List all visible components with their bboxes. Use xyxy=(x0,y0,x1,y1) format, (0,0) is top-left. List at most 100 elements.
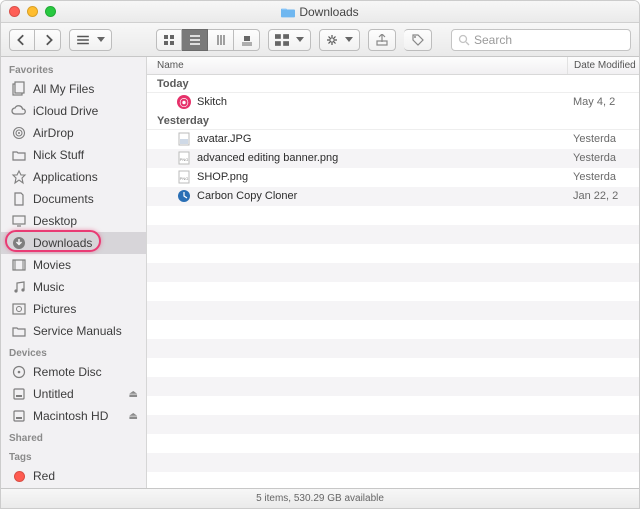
sidebar-item-desktop[interactable]: Desktop xyxy=(1,210,146,232)
folder-icon xyxy=(281,6,295,18)
icloud-icon xyxy=(11,103,27,119)
file-date: Yesterda xyxy=(567,152,639,164)
arrange-menu[interactable] xyxy=(69,29,112,51)
sidebar-item-label: AirDrop xyxy=(33,126,140,140)
finder-window: Downloads xyxy=(0,0,640,509)
sidebar-section-heading: Favorites xyxy=(1,59,146,78)
zoom-window-button[interactable] xyxy=(45,6,56,17)
sidebar-item-label: Documents xyxy=(33,192,140,206)
applications-icon xyxy=(11,169,27,185)
titlebar: Downloads xyxy=(1,1,639,23)
folder-icon xyxy=(11,147,27,163)
file-name: advanced editing banner.png xyxy=(197,152,338,164)
sidebar-item-music[interactable]: Music xyxy=(1,276,146,298)
png-icon: PNG xyxy=(177,170,191,184)
view-columns-button[interactable] xyxy=(208,29,234,51)
sidebar-item-label: Desktop xyxy=(33,214,140,228)
sidebar-section-heading: Shared xyxy=(1,427,146,446)
file-row[interactable]: PNGSHOP.pngYesterda xyxy=(147,168,639,187)
sidebar-section-heading: Devices xyxy=(1,342,146,361)
disk-icon xyxy=(11,408,27,424)
view-list-button[interactable] xyxy=(182,29,208,51)
status-text: 5 items, 530.29 GB available xyxy=(256,493,384,504)
sidebar-item-label: Pictures xyxy=(33,302,140,316)
movies-icon xyxy=(11,257,27,273)
svg-text:PNG: PNG xyxy=(180,176,189,181)
file-date: May 4, 2 xyxy=(567,96,639,108)
sidebar-item-movies[interactable]: Movies xyxy=(1,254,146,276)
group-menu[interactable] xyxy=(268,29,311,51)
music-icon xyxy=(11,279,27,295)
sidebar-item-applications[interactable]: Applications xyxy=(1,166,146,188)
window-controls xyxy=(9,6,56,17)
window-title: Downloads xyxy=(299,5,358,19)
search-placeholder: Search xyxy=(474,33,512,47)
airdrop-icon xyxy=(11,125,27,141)
column-header-date[interactable]: Date Modified xyxy=(567,57,639,74)
sidebar-item-label: iCloud Drive xyxy=(33,104,140,118)
downloads-icon xyxy=(11,235,27,251)
group-header: Yesterday xyxy=(147,112,639,130)
disk-icon xyxy=(11,386,27,402)
sidebar-item-label: Red xyxy=(33,469,140,483)
file-name: Skitch xyxy=(197,96,227,108)
column-header-name[interactable]: Name xyxy=(147,57,567,74)
sidebar-item-label: All My Files xyxy=(33,82,140,96)
sidebar-item-macintosh-hd[interactable]: Macintosh HD ⏏ xyxy=(1,405,146,427)
file-row[interactable]: ⦿ Skitch May 4, 2 xyxy=(147,93,639,112)
sidebar-item-airdrop[interactable]: AirDrop xyxy=(1,122,146,144)
sidebar-item-label: Movies xyxy=(33,258,140,272)
view-icons-button[interactable] xyxy=(156,29,182,51)
sidebar-item-remote-disc[interactable]: Remote Disc xyxy=(1,361,146,383)
sidebar-item-service-manuals[interactable]: Service Manuals xyxy=(1,320,146,342)
svg-text:PNG: PNG xyxy=(180,157,189,162)
tags-button[interactable] xyxy=(404,29,432,51)
sidebar-item-documents[interactable]: Documents xyxy=(1,188,146,210)
status-bar: 5 items, 530.29 GB available xyxy=(1,488,639,508)
sidebar-item-label: Music xyxy=(33,280,140,294)
ccc-icon xyxy=(177,189,191,203)
sidebar: Favorites All My Files iCloud Drive AirDrop… xyxy=(1,57,147,488)
search-icon xyxy=(458,34,470,46)
pictures-icon xyxy=(11,301,27,317)
eject-icon[interactable]: ⏏ xyxy=(129,411,138,422)
view-coverflow-button[interactable] xyxy=(234,29,260,51)
file-row[interactable]: avatar.JPGYesterda xyxy=(147,130,639,149)
file-name: SHOP.png xyxy=(197,171,248,183)
chevron-down-icon xyxy=(293,34,304,46)
action-menu[interactable] xyxy=(319,29,360,51)
sidebar-item-pictures[interactable]: Pictures xyxy=(1,298,146,320)
sidebar-item-red[interactable]: Red xyxy=(1,465,146,487)
skitch-icon: ⦿ xyxy=(177,95,191,109)
minimize-window-button[interactable] xyxy=(27,6,38,17)
list-body: Today ⦿ Skitch May 4, 2 Yesterdayavatar.JPGY… xyxy=(147,75,639,488)
share-button[interactable] xyxy=(368,29,396,51)
search-field[interactable]: Search xyxy=(451,29,631,51)
sidebar-item-all-my-files[interactable]: All My Files xyxy=(1,78,146,100)
documents-icon xyxy=(11,191,27,207)
close-window-button[interactable] xyxy=(9,6,20,17)
sidebar-item-label: Nick Stuff xyxy=(33,148,140,162)
column-headers: Name Date Modified xyxy=(147,57,639,75)
tag-red-icon xyxy=(11,468,27,484)
file-row[interactable]: PNG advanced editing banner.png Yesterda xyxy=(147,149,639,168)
remote-disc-icon xyxy=(11,364,27,380)
file-date: Jan 22, 2 xyxy=(567,190,639,202)
toolbar: Search xyxy=(1,23,639,57)
sidebar-item-downloads[interactable]: Downloads xyxy=(1,232,146,254)
sidebar-item-icloud-drive[interactable]: iCloud Drive xyxy=(1,100,146,122)
nav-buttons xyxy=(9,29,61,51)
forward-button[interactable] xyxy=(35,29,61,51)
desktop-icon xyxy=(11,213,27,229)
sidebar-item-nick-stuff[interactable]: Nick Stuff xyxy=(1,144,146,166)
sidebar-item-label: Macintosh HD xyxy=(33,409,123,423)
view-switcher xyxy=(156,29,260,51)
sidebar-section-heading: Tags xyxy=(1,446,146,465)
file-row[interactable]: Carbon Copy Cloner Jan 22, 2 xyxy=(147,187,639,206)
sidebar-item-untitled[interactable]: Untitled ⏏ xyxy=(1,383,146,405)
back-button[interactable] xyxy=(9,29,35,51)
eject-icon[interactable]: ⏏ xyxy=(129,389,138,400)
group-header: Today xyxy=(147,75,639,93)
sidebar-item-label: Untitled xyxy=(33,387,123,401)
file-name: Carbon Copy Cloner xyxy=(197,190,297,202)
